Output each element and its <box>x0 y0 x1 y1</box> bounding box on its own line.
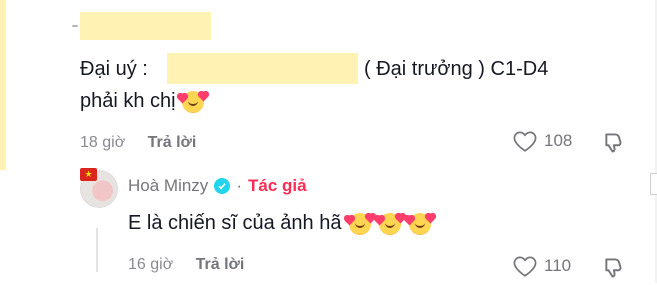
comment-text: phải kh chị <box>80 90 176 112</box>
smiling-face-with-hearts-icon <box>375 212 406 235</box>
smiling-face-with-hearts-icon <box>177 90 209 113</box>
dislike-button[interactable] <box>602 129 628 160</box>
dislike-icon <box>605 133 622 153</box>
separator: · <box>236 176 242 195</box>
smiling-face-with-hearts-icon <box>345 212 376 235</box>
scrollbar-handle[interactable] <box>650 173 657 195</box>
like-button[interactable]: 108 <box>512 129 572 153</box>
username-initial <box>72 25 78 27</box>
redacted-text <box>167 53 358 84</box>
reply-button[interactable]: Trả lời <box>196 256 245 273</box>
comment-text-line1-suffix: ( Đại trưởng ) C1-D4 <box>364 58 549 80</box>
dislike-icon <box>605 258 622 278</box>
like-count: 108 <box>544 131 573 150</box>
reply-text: E là chiến sĩ của ảnh hã <box>128 212 342 234</box>
reply-button[interactable]: Trả lời <box>148 134 197 151</box>
reply-meta: 16 giờ Trả lời <box>128 256 244 274</box>
comment-text-line2: phải kh chị <box>80 90 209 113</box>
like-count: 110 <box>544 256 572 275</box>
heart-outline-icon <box>513 131 537 152</box>
redacted-username <box>80 12 211 40</box>
thread-line <box>96 228 98 272</box>
redaction-edge <box>0 0 6 170</box>
smiling-face-with-hearts-icon <box>405 212 436 235</box>
comment-meta: 18 giờ Trả lời <box>80 134 196 152</box>
comment-text-line1-prefix: Đại uý : <box>80 58 148 80</box>
author-name[interactable]: Hoà Minzy <box>128 176 208 196</box>
verified-badge-icon <box>214 178 231 194</box>
heart-outline-icon <box>513 256 537 277</box>
vietnam-flag-icon: ★ <box>80 168 97 181</box>
author-badge: Tác giả <box>247 176 307 195</box>
reply-header: Hoà Minzy · Tác giả <box>128 176 307 196</box>
like-button[interactable]: 110 <box>512 254 571 278</box>
dislike-button[interactable] <box>602 254 628 285</box>
reply-text-row: E là chiến sĩ của ảnh hã <box>128 212 436 235</box>
comment-time: 18 giờ <box>80 134 126 151</box>
reply-time: 16 giờ <box>128 256 174 273</box>
